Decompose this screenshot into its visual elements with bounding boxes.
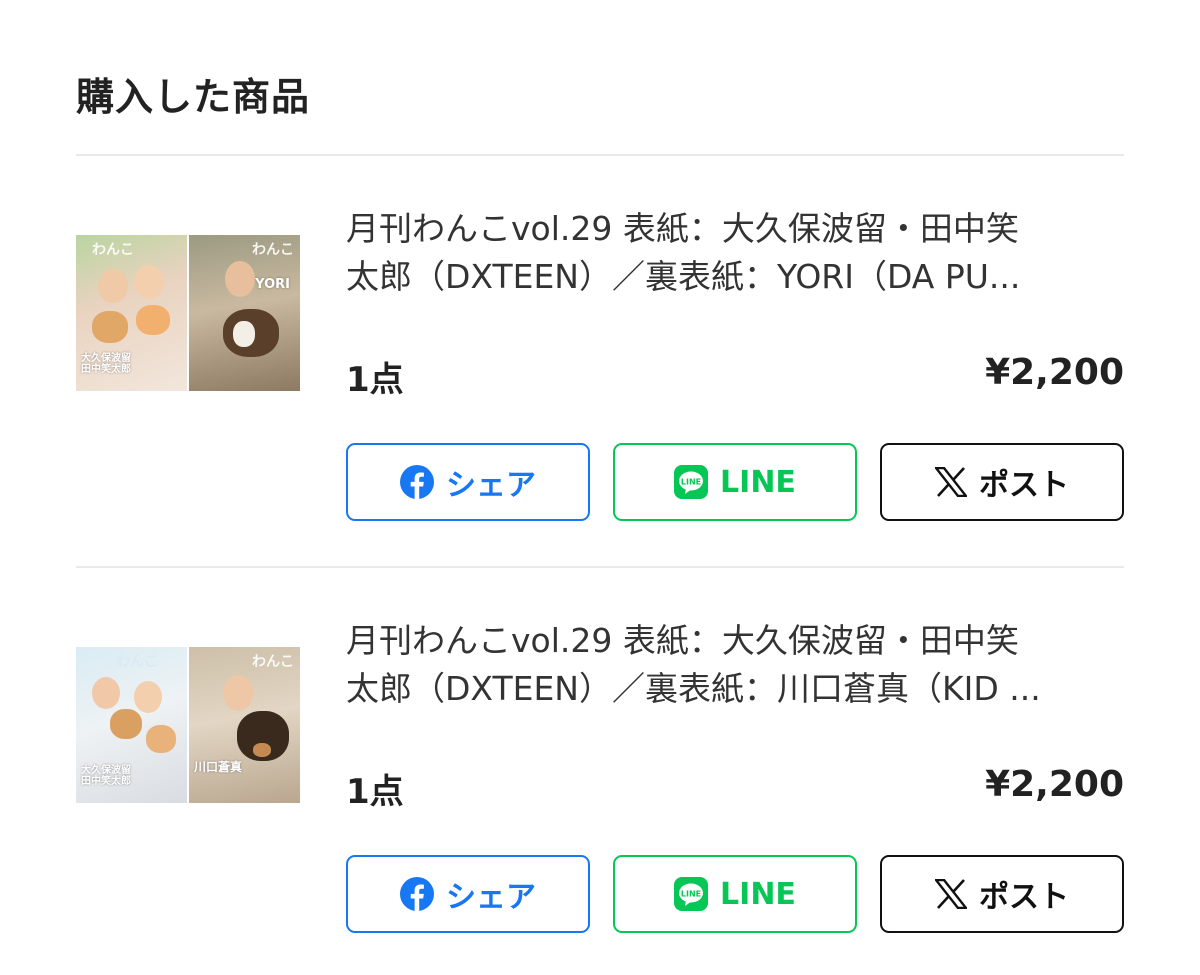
purchased-item: わんこ 大久保波留 田中笑太郎 わんこ 川口蒼真 月刊わんこvol.29 表紙：…: [76, 612, 1124, 952]
cover-back-image: わんこ 川口蒼真: [189, 647, 300, 803]
facebook-icon: [400, 465, 434, 499]
cover-front-image: わんこ 大久保波留 田中笑太郎: [76, 235, 187, 391]
price: ¥2,200: [985, 352, 1124, 393]
quantity: 1点: [346, 360, 404, 400]
product-thumbnail[interactable]: わんこ 大久保波留 田中笑太郎 わんこ YORI: [76, 235, 300, 391]
share-buttons: シェア LINE LINE ポスト: [346, 443, 1124, 521]
cover-caption: 川口蒼真: [194, 760, 243, 774]
line-share-button[interactable]: LINE LINE: [613, 855, 857, 933]
svg-text:LINE: LINE: [681, 478, 701, 487]
x-post-button[interactable]: ポスト: [880, 855, 1124, 933]
facebook-share-button[interactable]: シェア: [346, 855, 590, 933]
cover-caption: 大久保波留 田中笑太郎: [81, 765, 131, 787]
cover-masthead: わんこ: [252, 654, 294, 670]
cover-front-image: わんこ 大久保波留 田中笑太郎: [76, 647, 187, 803]
line-share-label: LINE: [720, 876, 796, 912]
cover-masthead: わんこ: [116, 654, 158, 670]
line-share-button[interactable]: LINE LINE: [613, 443, 857, 521]
share-buttons: シェア LINE LINE ポスト: [346, 855, 1124, 933]
divider: [76, 566, 1124, 568]
facebook-share-label: シェア: [446, 880, 536, 915]
quantity: 1点: [346, 772, 404, 812]
divider: [76, 154, 1124, 156]
product-title[interactable]: 月刊わんこvol.29 表紙：大久保波留・田中笑 太郎（DXTEEN）／裏表紙：…: [346, 617, 1124, 713]
product-title-line: 月刊わんこvol.29 表紙：大久保波留・田中笑: [346, 209, 1019, 248]
price: ¥2,200: [985, 764, 1124, 805]
facebook-share-button[interactable]: シェア: [346, 443, 590, 521]
cover-caption: YORI: [255, 277, 290, 292]
facebook-icon: [400, 877, 434, 911]
purchased-item: わんこ 大久保波留 田中笑太郎 わんこ YORI 月刊わんこvol.29 表紙：…: [76, 200, 1124, 540]
x-post-button[interactable]: ポスト: [880, 443, 1124, 521]
line-share-label: LINE: [720, 464, 796, 500]
product-title-line: 太郎（DXTEEN）／裏表紙：川口蒼真（KID ...: [346, 669, 1041, 708]
x-icon: [935, 467, 967, 497]
x-icon: [935, 879, 967, 909]
x-post-label: ポスト: [979, 468, 1069, 503]
facebook-share-label: シェア: [446, 468, 536, 503]
cover-caption: 大久保波留 田中笑太郎: [81, 353, 131, 375]
cover-back-image: わんこ YORI: [189, 235, 300, 391]
cover-masthead: わんこ: [92, 242, 134, 258]
product-title[interactable]: 月刊わんこvol.29 表紙：大久保波留・田中笑 太郎（DXTEEN）／裏表紙：…: [346, 205, 1124, 301]
product-thumbnail[interactable]: わんこ 大久保波留 田中笑太郎 わんこ 川口蒼真: [76, 647, 300, 803]
svg-text:LINE: LINE: [681, 890, 701, 899]
cover-masthead: わんこ: [252, 242, 294, 258]
section-title: 購入した商品: [76, 75, 311, 119]
line-icon: LINE: [674, 465, 709, 499]
product-title-line: 月刊わんこvol.29 表紙：大久保波留・田中笑: [346, 621, 1019, 660]
product-title-line: 太郎（DXTEEN）／裏表紙：YORI（DA PU...: [346, 257, 1021, 296]
line-icon: LINE: [674, 877, 709, 911]
x-post-label: ポスト: [979, 880, 1069, 915]
